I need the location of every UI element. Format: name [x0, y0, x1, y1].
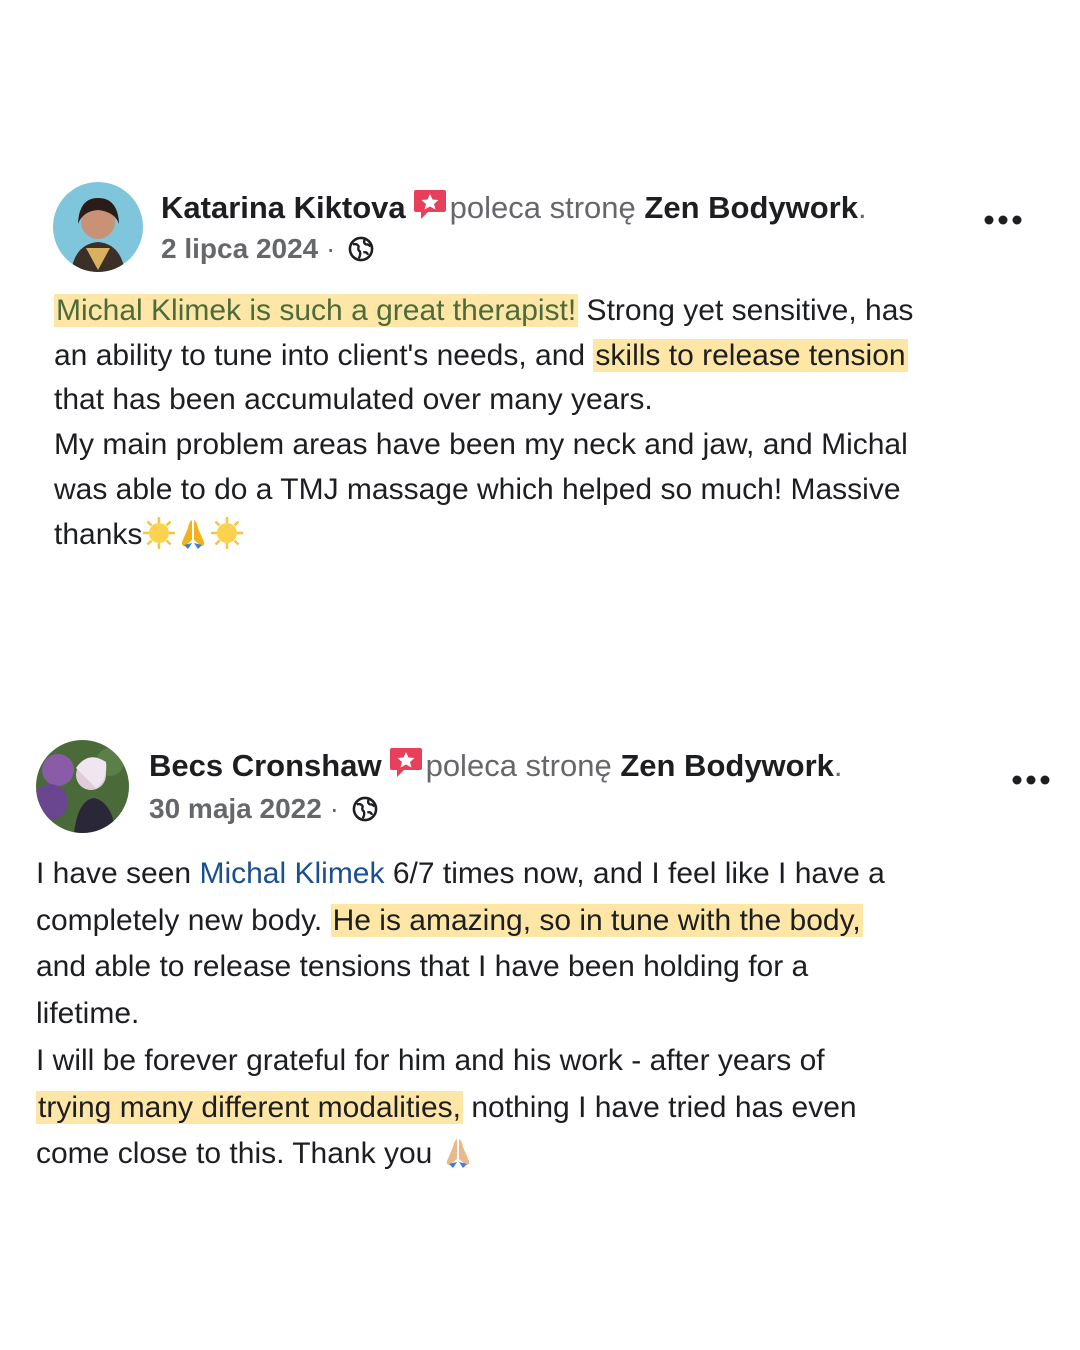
- separator: ·: [329, 793, 339, 824]
- review-line: lifetime.: [36, 997, 140, 1031]
- review-line: Michal Klimek is such a great therapist!…: [54, 294, 914, 327]
- recommend-verb: poleca stronę: [449, 190, 636, 225]
- page-name[interactable]: Zen Bodywork: [620, 748, 834, 783]
- review-line: come close to this. Thank you: [36, 1131, 885, 1178]
- avatar[interactable]: [53, 182, 143, 272]
- sun-emoji: [210, 516, 244, 550]
- review-line: I have seen Michal Klimek 6/7 times now,…: [36, 857, 885, 890]
- author-name[interactable]: Becs Cronshaw: [149, 748, 382, 783]
- globe-icon: [351, 795, 379, 823]
- review-line: that has been accumulated over many year…: [54, 383, 653, 417]
- review-line: completely new body. He is amazing, so i…: [36, 903, 863, 937]
- highlighted-text: trying many different modalities,: [36, 1090, 463, 1124]
- review-line: thanks: [54, 513, 913, 558]
- sun-emoji: [142, 516, 176, 550]
- post-date[interactable]: 2 lipca 2024: [161, 233, 318, 264]
- review-line: trying many different modalities, nothin…: [36, 1090, 857, 1124]
- mention-link[interactable]: Michal Klimek: [199, 857, 384, 890]
- author-name[interactable]: Katarina Kiktova: [161, 190, 406, 225]
- review-line: an ability to tune into client's needs, …: [54, 338, 908, 372]
- post-date[interactable]: 30 maja 2022: [149, 793, 322, 824]
- folded-hands-emoji: [441, 1135, 475, 1169]
- review-text: Michal Klimek is such a great therapist!…: [54, 289, 913, 557]
- avatar[interactable]: [36, 740, 129, 833]
- review-line: I will be forever grateful for him and h…: [36, 1043, 825, 1077]
- separator: ·: [326, 233, 336, 264]
- more-options-icon[interactable]: [1009, 770, 1053, 790]
- recommend-badge-icon: [388, 744, 424, 780]
- highlighted-text: Michal Klimek is such a great therapist!: [54, 294, 579, 327]
- recommend-verb: poleca stronę: [425, 748, 612, 783]
- review-line: and able to release tensions that I have…: [36, 950, 809, 984]
- highlighted-text: He is amazing, so in tune with the body,: [330, 903, 863, 937]
- more-options-icon[interactable]: [981, 210, 1025, 230]
- page-name[interactable]: Zen Bodywork: [644, 190, 858, 225]
- recommend-badge-icon: [412, 186, 448, 222]
- globe-icon: [347, 235, 375, 263]
- folded-hands-emoji: [176, 516, 210, 550]
- review-line: was able to do a TMJ massage which helpe…: [54, 472, 901, 506]
- review-text: I have seen Michal Klimek 6/7 times now,…: [36, 851, 885, 1178]
- review-line: My main problem areas have been my neck …: [54, 428, 908, 462]
- highlighted-text: skills to release tension: [593, 338, 908, 372]
